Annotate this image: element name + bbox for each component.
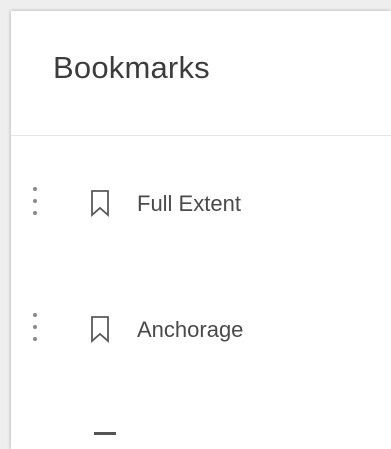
bookmark-icon-partial (94, 432, 116, 435)
bookmark-icon (91, 190, 109, 217)
bookmark-label: Anchorage (137, 317, 244, 342)
panel-title: Bookmarks (53, 50, 210, 85)
panel-header: Bookmarks (11, 11, 391, 136)
bookmark-item-partial[interactable] (11, 421, 391, 449)
bookmark-icon (91, 316, 109, 343)
drag-handle-icon[interactable] (29, 185, 51, 217)
drag-handle-icon[interactable] (29, 311, 51, 343)
bookmarks-panel: Bookmarks Full Extent Anchorage (11, 11, 391, 449)
bookmark-label: Full Extent (137, 191, 241, 216)
bookmark-item-anchorage[interactable]: Anchorage (11, 291, 391, 361)
bookmark-item-full-extent[interactable]: Full Extent (11, 165, 391, 235)
